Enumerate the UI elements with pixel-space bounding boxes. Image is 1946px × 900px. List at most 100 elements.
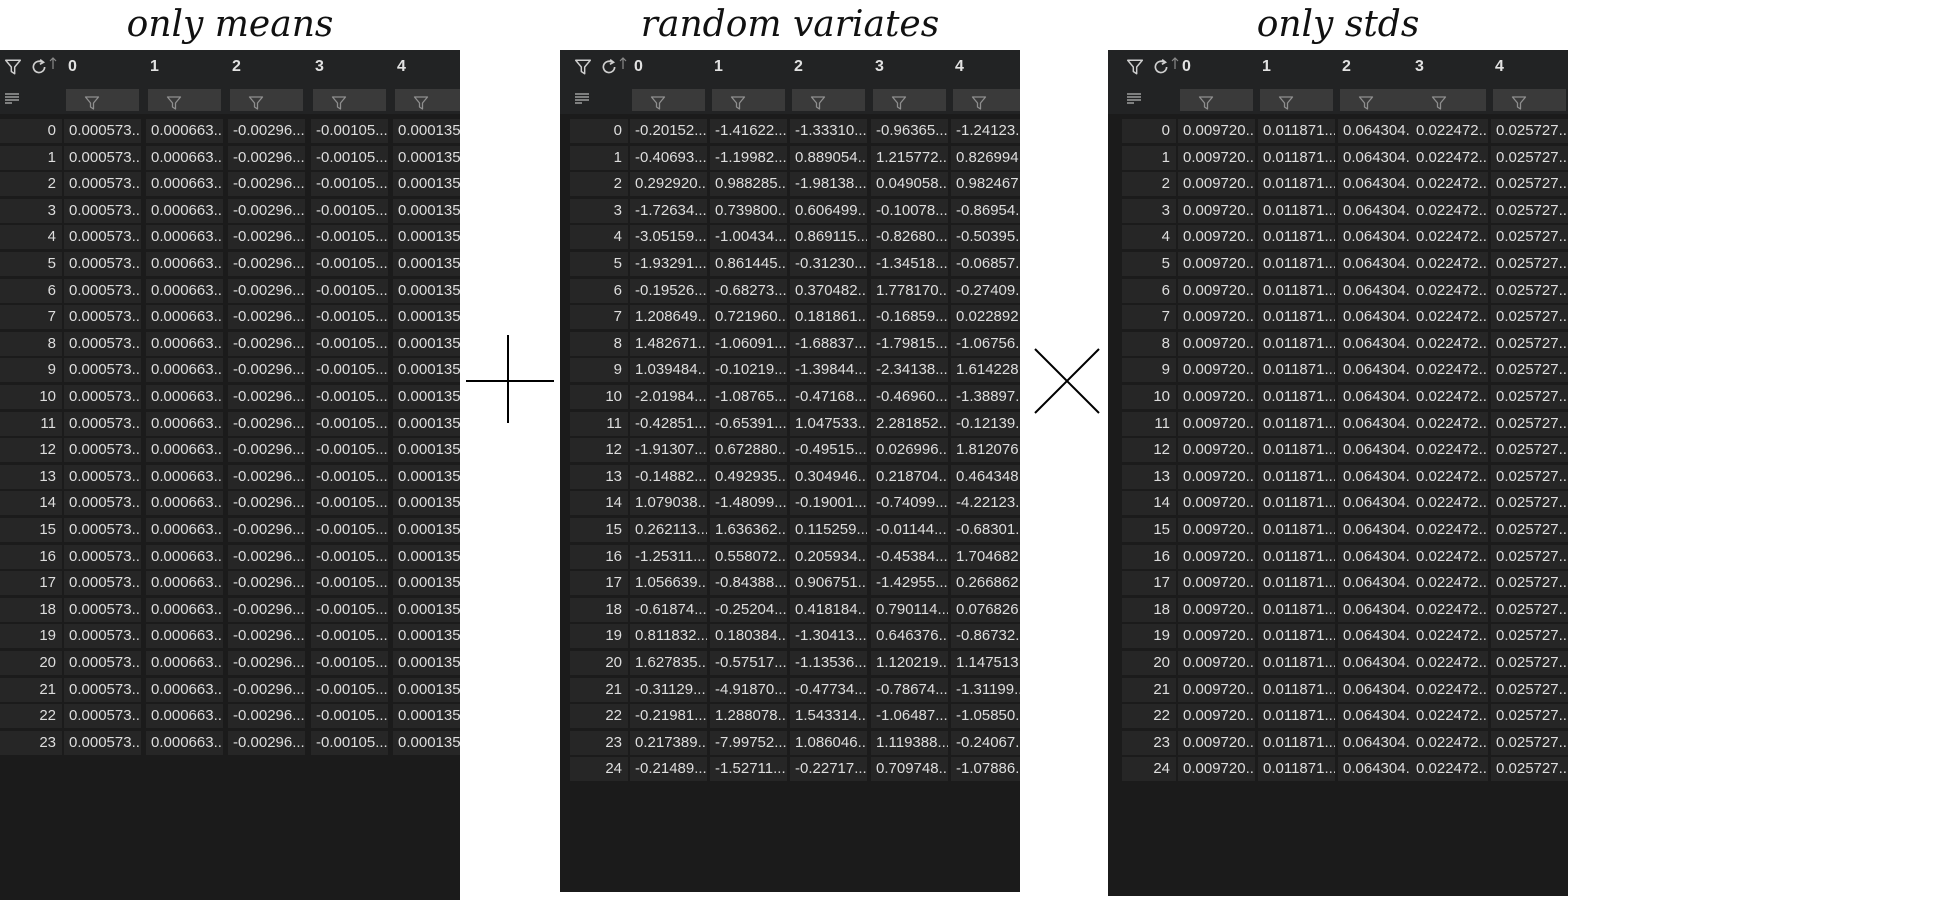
table-cell[interactable]: -4.91870...: [710, 677, 787, 702]
table-cell[interactable]: 0.026996...: [871, 438, 948, 463]
table-cell[interactable]: 0.000573...: [64, 438, 141, 463]
table-row[interactable]: 19 0.000573... 0.000663... -0.00296... -0.00…: [0, 623, 460, 649]
table-cell[interactable]: 0.000573...: [64, 624, 141, 649]
table-row[interactable]: 20 0.000573... 0.000663... -0.00296... -0.00…: [0, 650, 460, 676]
column-filter-input-3[interactable]: [313, 89, 386, 111]
table-cell[interactable]: -0.45384...: [871, 544, 948, 569]
table-cell[interactable]: -0.10219...: [710, 358, 787, 383]
table-cell[interactable]: -1.25311...: [630, 544, 707, 569]
column-header-0[interactable]: 0: [630, 50, 709, 84]
table-row[interactable]: 16 0.009720... 0.011871... 0.064304... 0.022…: [1108, 544, 1568, 570]
table-cell[interactable]: -0.00296...: [228, 385, 305, 409]
table-cell[interactable]: 0.011871...: [1258, 624, 1335, 649]
table-cell[interactable]: 0.025727...: [1491, 704, 1568, 729]
table-cell[interactable]: -1.93291...: [630, 252, 707, 276]
table-cell[interactable]: -0.00105...: [311, 597, 388, 622]
table-cell[interactable]: 0.009720...: [1178, 198, 1255, 223]
table-row[interactable]: 7 0.000573... 0.000663... -0.00296... -0.001…: [0, 304, 460, 330]
table-cell[interactable]: 0.000663...: [146, 544, 223, 569]
column-header-3[interactable]: 3: [311, 50, 390, 84]
table-cell[interactable]: 0.011871...: [1258, 544, 1335, 569]
table-cell[interactable]: 0.672880...: [710, 438, 787, 463]
table-cell[interactable]: 0.064304...: [1338, 358, 1415, 383]
table-row[interactable]: 13 0.000573... 0.000663... -0.00296... -0.00…: [0, 464, 460, 490]
table-cell[interactable]: 0.011871...: [1258, 677, 1335, 702]
column-filter-input-0[interactable]: [66, 89, 139, 111]
table-cell[interactable]: 0.009720...: [1178, 172, 1255, 197]
table-cell[interactable]: -0.00296...: [228, 252, 305, 276]
table-row[interactable]: 12 0.009720... 0.011871... 0.064304... 0.022…: [1108, 437, 1568, 463]
column-header-3[interactable]: 3: [871, 50, 950, 84]
table-cell[interactable]: -0.12139...: [951, 411, 1020, 436]
table-cell[interactable]: -1.07886...: [951, 757, 1020, 782]
table-cell[interactable]: -0.57517...: [710, 651, 787, 675]
table-cell[interactable]: 0.025727...: [1491, 518, 1568, 542]
table-cell[interactable]: -0.21489...: [630, 757, 707, 782]
table-cell[interactable]: 1.047533...: [790, 411, 867, 436]
table-cell[interactable]: -1.06091...: [710, 331, 787, 356]
table-row[interactable]: 8 1.482671... -1.06091... -1.68837... -1.798…: [560, 331, 1020, 357]
table-row[interactable]: 23 0.217389... -7.99752... 1.086046... 1.119…: [560, 730, 1020, 756]
table-cell[interactable]: 0.790114...: [871, 597, 948, 622]
table-cell[interactable]: 0.000573...: [64, 411, 141, 436]
table-cell[interactable]: -0.00296...: [228, 544, 305, 569]
table-cell[interactable]: 0.000663...: [146, 331, 223, 356]
table-cell[interactable]: 0.011871...: [1258, 385, 1335, 409]
table-cell[interactable]: -0.00105...: [311, 518, 388, 542]
table-cell[interactable]: 0.000135...: [393, 119, 460, 143]
table-cell[interactable]: 0.064304...: [1338, 518, 1415, 542]
table-cell[interactable]: 0.025727...: [1491, 597, 1568, 622]
table-cell[interactable]: -0.00105...: [311, 305, 388, 330]
table-row[interactable]: 16 0.000573... 0.000663... -0.00296... -0.00…: [0, 544, 460, 570]
table-cell[interactable]: 0.000663...: [146, 571, 223, 596]
table-cell[interactable]: -0.00296...: [228, 518, 305, 542]
column-header-0[interactable]: 0: [1178, 50, 1257, 84]
table-cell[interactable]: 0.000573...: [64, 225, 141, 250]
table-row[interactable]: 18 0.000573... 0.000663... -0.00296... -0.00…: [0, 597, 460, 623]
table-cell[interactable]: -0.00296...: [228, 225, 305, 250]
table-cell[interactable]: 0.049058...: [871, 172, 948, 197]
table-row[interactable]: 21 -0.31129... -4.91870... -0.47734... -0.78…: [560, 677, 1020, 703]
table-cell[interactable]: 0.009720...: [1178, 518, 1255, 542]
column-filter-input-1[interactable]: [1260, 89, 1333, 111]
table-cell[interactable]: -0.68301...: [951, 518, 1020, 542]
table-cell[interactable]: 0.721960...: [710, 305, 787, 330]
table-cell[interactable]: 0.025727...: [1491, 278, 1568, 303]
table-cell[interactable]: -0.42851...: [630, 411, 707, 436]
table-cell[interactable]: 1.147513...: [951, 651, 1020, 675]
table-cell[interactable]: -0.24067...: [951, 730, 1020, 755]
table-cell[interactable]: 0.000573...: [64, 119, 141, 143]
table-cell[interactable]: -0.00105...: [311, 119, 388, 143]
table-cell[interactable]: 0.022472...: [1411, 172, 1488, 197]
table-cell[interactable]: 0.000573...: [64, 358, 141, 383]
table-cell[interactable]: 0.025727...: [1491, 730, 1568, 755]
table-cell[interactable]: -1.42955...: [871, 571, 948, 596]
table-cell[interactable]: 0.000663...: [146, 385, 223, 409]
table-cell[interactable]: 0.022472...: [1411, 571, 1488, 596]
table-cell[interactable]: 0.000573...: [64, 677, 141, 702]
table-cell[interactable]: 0.022892...: [951, 305, 1020, 330]
table-cell[interactable]: 0.022472...: [1411, 464, 1488, 489]
table-cell[interactable]: -0.47168...: [790, 385, 867, 409]
table-cell[interactable]: 0.009720...: [1178, 225, 1255, 250]
table-cell[interactable]: 0.064304...: [1338, 385, 1415, 409]
table-cell[interactable]: 0.025727...: [1491, 358, 1568, 383]
table-cell[interactable]: -0.16859...: [871, 305, 948, 330]
table-cell[interactable]: -0.00296...: [228, 464, 305, 489]
column-filter-input-0[interactable]: [1180, 89, 1253, 111]
table-cell[interactable]: 0.000663...: [146, 677, 223, 702]
table-cell[interactable]: 0.000663...: [146, 704, 223, 729]
table-cell[interactable]: -0.00105...: [311, 624, 388, 649]
column-header-4[interactable]: 4: [951, 50, 1020, 84]
table-cell[interactable]: 0.000663...: [146, 145, 223, 170]
table-row[interactable]: 3 -1.72634... 0.739800... 0.606499... -0.100…: [560, 198, 1020, 224]
table-cell[interactable]: 0.000663...: [146, 305, 223, 330]
column-header-1[interactable]: 1: [146, 50, 225, 84]
table-cell[interactable]: 0.000135...: [393, 677, 460, 702]
table-row[interactable]: 13 0.009720... 0.011871... 0.064304... 0.022…: [1108, 464, 1568, 490]
table-cell[interactable]: 0.000663...: [146, 464, 223, 489]
table-cell[interactable]: 0.064304...: [1338, 225, 1415, 250]
table-cell[interactable]: -0.00296...: [228, 305, 305, 330]
table-cell[interactable]: -0.00105...: [311, 651, 388, 675]
table-cell[interactable]: 0.025727...: [1491, 172, 1568, 197]
